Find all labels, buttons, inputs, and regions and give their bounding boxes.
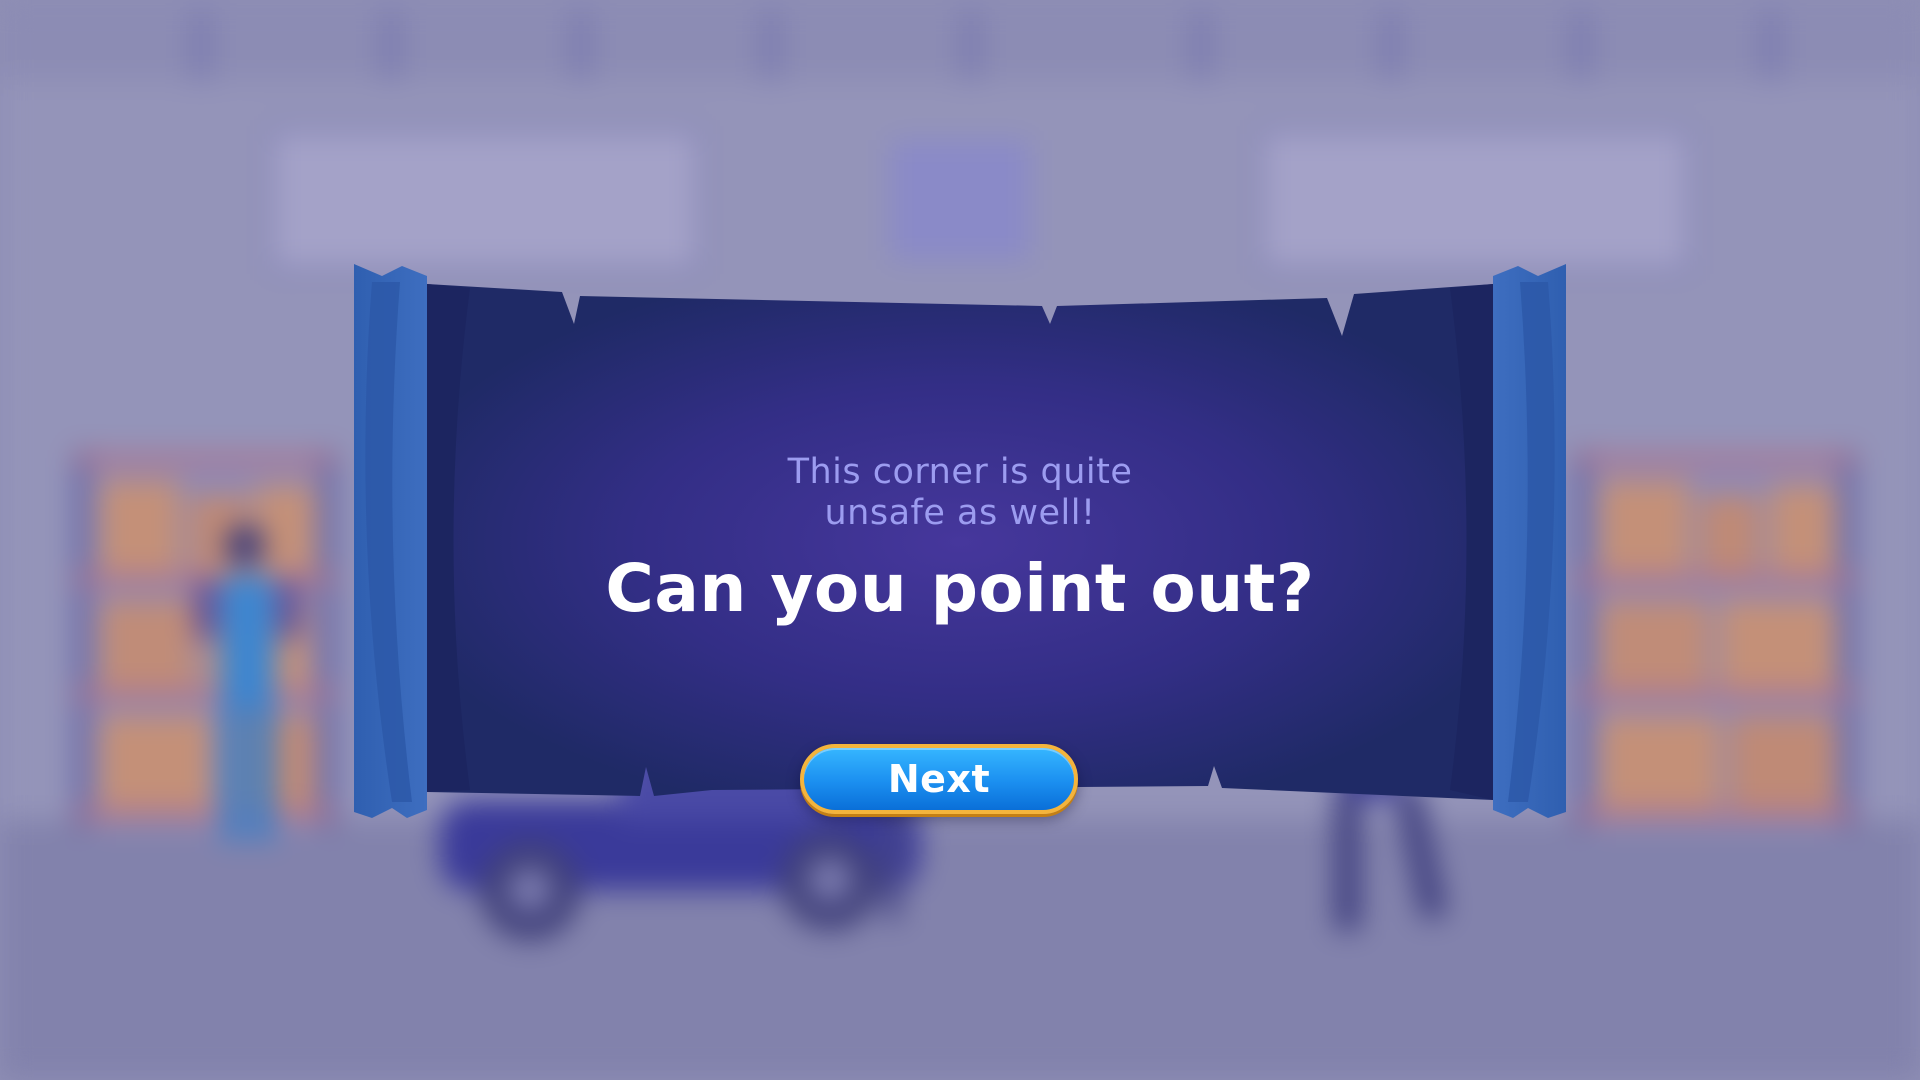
dialog-banner: This corner is quite unsafe as well! Can…	[352, 262, 1568, 822]
next-button[interactable]: Next	[800, 744, 1078, 814]
banner-curtain-shape	[354, 264, 1566, 818]
game-stage: This corner is quite unsafe as well! Can…	[0, 0, 1920, 1080]
dialog-subtitle: This corner is quite unsafe as well!	[787, 452, 1133, 533]
next-button-label: Next	[887, 757, 991, 801]
dialog-headline: Can you point out?	[605, 550, 1315, 627]
